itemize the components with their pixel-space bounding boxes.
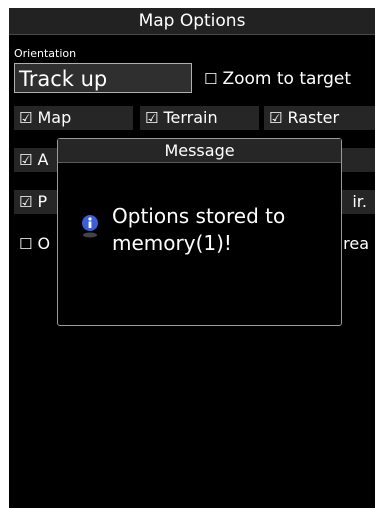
orientation-label: Orientation [14, 47, 77, 60]
checkbox-checked-icon: ☑ [19, 109, 33, 127]
checkbox-checked-icon: ☑ [19, 193, 33, 211]
checkbox-unchecked-icon: ☐ [19, 235, 33, 253]
terrain-label: Terrain [163, 108, 218, 127]
checkbox-unchecked-icon: ☐ [204, 70, 218, 88]
zoom-to-target-label: Zoom to target [222, 69, 352, 89]
page-title: Map Options [9, 8, 375, 35]
terrain-checkbox[interactable]: ☑ Terrain [140, 106, 259, 130]
checkbox-checked-icon: ☑ [145, 109, 159, 127]
row4-left-label: A [37, 150, 49, 169]
row5-right-label: ir. [352, 192, 367, 211]
raster-label: Raster [287, 108, 340, 127]
orientation-select[interactable]: Track up [14, 63, 192, 93]
map-options-screen: Map Options Orientation Track up ☐ Zoom t… [9, 8, 375, 508]
zoom-to-target-checkbox[interactable]: ☐ Zoom to target [199, 66, 375, 92]
checkbox-checked-icon: ☑ [19, 151, 33, 169]
row5-left-label: P [37, 192, 48, 211]
message-dialog[interactable]: Message Options stored to memory(1)! [57, 138, 342, 326]
checkbox-checked-icon: ☑ [269, 109, 283, 127]
orientation-value: Track up [19, 67, 108, 91]
row6-left-label: O [37, 234, 51, 253]
dialog-message: Options stored to memory(1)! [112, 204, 286, 255]
dialog-title: Message [58, 139, 341, 163]
row6-right-label: rea [343, 234, 369, 253]
raster-checkbox[interactable]: ☑ Raster [264, 106, 375, 130]
info-icon [82, 215, 98, 238]
map-checkbox[interactable]: ☑ Map [14, 106, 133, 130]
map-label: Map [37, 108, 72, 127]
